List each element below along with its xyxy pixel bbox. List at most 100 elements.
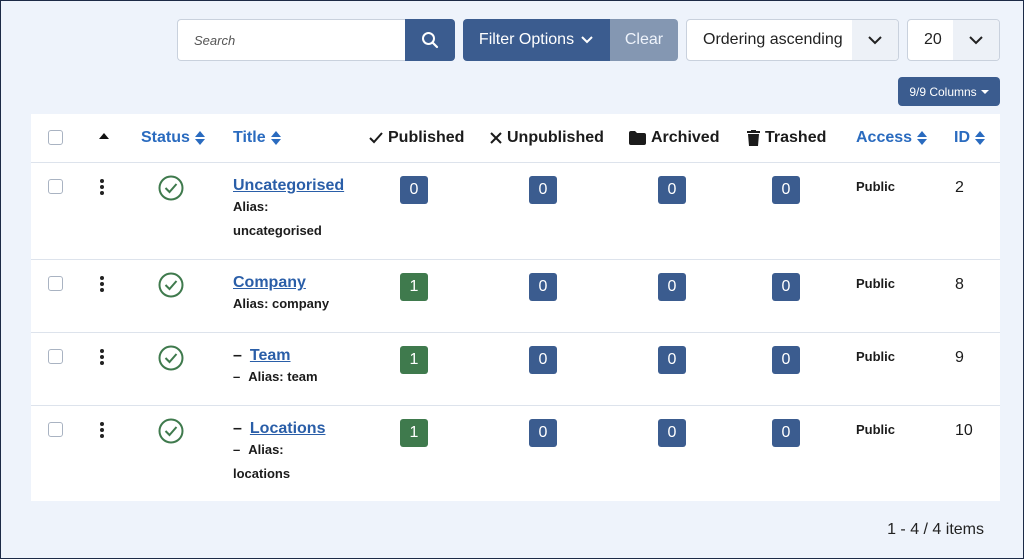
- table-row: Company Alias: company 1 0 0 0 Public 8: [31, 260, 1000, 333]
- published-count-badge[interactable]: 0: [400, 176, 428, 204]
- columns-button[interactable]: 9/9 Columns: [898, 77, 1000, 106]
- published-count-badge[interactable]: 1: [400, 273, 428, 301]
- access-level: Public: [856, 276, 896, 291]
- table-row: – Locations – Alias: locations 1 0 0 0 Publ…: [31, 406, 1000, 501]
- access-level: Public: [856, 349, 896, 364]
- row-checkbox[interactable]: [48, 349, 63, 364]
- access-column-header[interactable]: Access: [856, 129, 928, 147]
- category-title-link[interactable]: Company: [233, 274, 329, 292]
- item-id: 10: [955, 422, 973, 439]
- trashed-count-badge[interactable]: 0: [772, 273, 800, 301]
- limit-chevron: [953, 20, 999, 60]
- chevron-down-icon: [868, 36, 882, 45]
- published-status-icon[interactable]: [158, 272, 184, 298]
- status-header-label: Status: [141, 129, 190, 146]
- category-title-link[interactable]: Locations: [250, 420, 326, 437]
- title-column-header[interactable]: Title: [233, 129, 281, 147]
- row-checkbox[interactable]: [48, 422, 63, 437]
- archived-header-label: Archived: [651, 129, 720, 146]
- archived-column-header: Archived: [629, 129, 719, 147]
- trashed-count-badge[interactable]: 0: [772, 346, 800, 374]
- table-header-row: Status Title Published Unpublished Archi…: [31, 114, 1000, 163]
- trash-icon: [747, 130, 760, 146]
- access-level: Public: [856, 179, 896, 194]
- unpublished-count-badge[interactable]: 0: [529, 419, 557, 447]
- item-id: 2: [955, 179, 964, 196]
- select-all-checkbox[interactable]: [48, 130, 63, 145]
- unpublished-count-badge[interactable]: 0: [529, 176, 557, 204]
- drag-handle-icon[interactable]: [100, 276, 104, 292]
- unpublished-count-badge[interactable]: 0: [529, 346, 557, 374]
- times-icon: [490, 132, 502, 144]
- trashed-column-header: Trashed: [747, 129, 826, 147]
- list-limit-select[interactable]: 20: [907, 19, 1000, 61]
- access-level: Public: [856, 422, 896, 437]
- search-button[interactable]: [405, 19, 455, 61]
- category-title-link[interactable]: Uncategorised: [233, 177, 344, 195]
- archived-count-badge[interactable]: 0: [658, 176, 686, 204]
- sort-icon: [917, 131, 928, 145]
- nesting-dash: –: [233, 420, 242, 437]
- published-status-icon[interactable]: [158, 175, 184, 201]
- item-id: 8: [955, 276, 964, 293]
- status-column-header[interactable]: Status: [141, 129, 205, 147]
- nesting-dash: –: [233, 347, 242, 364]
- category-alias: – Alias: locations: [233, 442, 291, 481]
- pagination-info: 1 - 4 / 4 items: [887, 521, 984, 538]
- published-header-label: Published: [388, 129, 465, 146]
- categories-table: Status Title Published Unpublished Archi…: [31, 114, 1000, 501]
- columns-label: 9/9 Columns: [909, 84, 977, 99]
- published-count-badge[interactable]: 1: [400, 419, 428, 447]
- caret-down-icon: [980, 89, 989, 94]
- title-header-label: Title: [233, 129, 266, 146]
- row-checkbox[interactable]: [48, 276, 63, 291]
- title-cell: – Team – Alias: team: [233, 347, 318, 389]
- table-row: – Team – Alias: team 1 0 0 0 Public 9: [31, 333, 1000, 406]
- category-title-link[interactable]: Team: [250, 347, 291, 364]
- trashed-count-badge[interactable]: 0: [772, 419, 800, 447]
- ordering-value: Ordering ascending: [703, 31, 843, 48]
- item-id: 9: [955, 349, 964, 366]
- trashed-header-label: Trashed: [765, 129, 827, 146]
- title-cell: – Locations – Alias: locations: [233, 420, 325, 486]
- id-header-label: ID: [954, 129, 970, 146]
- drag-handle-icon[interactable]: [100, 422, 104, 438]
- sort-icon: [194, 131, 205, 145]
- folder-icon: [629, 131, 646, 145]
- drag-handle-icon[interactable]: [100, 349, 104, 365]
- unpublished-header-label: Unpublished: [507, 129, 604, 146]
- category-alias: Alias: company: [233, 296, 330, 311]
- category-alias: – Alias: team: [233, 369, 318, 384]
- archived-count-badge[interactable]: 0: [658, 273, 686, 301]
- search-icon: [422, 32, 439, 49]
- filter-options-label: Filter Options: [478, 31, 575, 48]
- check-icon: [369, 132, 383, 144]
- table-row: Uncategorised Alias: uncategorised 0 0 0 …: [31, 163, 1000, 260]
- list-limit-value: 20: [924, 31, 942, 48]
- title-cell: Company Alias: company: [233, 274, 329, 316]
- chevron-down-icon: [969, 36, 983, 45]
- published-column-header: Published: [369, 129, 464, 147]
- ordering-sort-icon[interactable]: [99, 133, 109, 139]
- ordering-select[interactable]: Ordering ascending: [686, 19, 899, 61]
- chevron-down-icon: [581, 36, 593, 44]
- unpublished-column-header: Unpublished: [490, 129, 604, 147]
- ordering-chevron: [852, 20, 898, 60]
- trashed-count-badge[interactable]: 0: [772, 176, 800, 204]
- sort-icon: [270, 131, 281, 145]
- search-input[interactable]: [177, 19, 405, 61]
- row-checkbox[interactable]: [48, 179, 63, 194]
- published-status-icon[interactable]: [158, 345, 184, 371]
- category-alias: Alias: uncategorised: [233, 199, 322, 238]
- access-header-label: Access: [856, 129, 913, 146]
- id-column-header[interactable]: ID: [954, 129, 985, 147]
- unpublished-count-badge[interactable]: 0: [529, 273, 557, 301]
- archived-count-badge[interactable]: 0: [658, 419, 686, 447]
- archived-count-badge[interactable]: 0: [658, 346, 686, 374]
- clear-button[interactable]: Clear: [610, 19, 678, 61]
- drag-handle-icon[interactable]: [100, 179, 104, 195]
- filter-options-button[interactable]: Filter Options: [463, 19, 610, 61]
- published-count-badge[interactable]: 1: [400, 346, 428, 374]
- published-status-icon[interactable]: [158, 418, 184, 444]
- title-cell: Uncategorised Alias: uncategorised: [233, 177, 344, 243]
